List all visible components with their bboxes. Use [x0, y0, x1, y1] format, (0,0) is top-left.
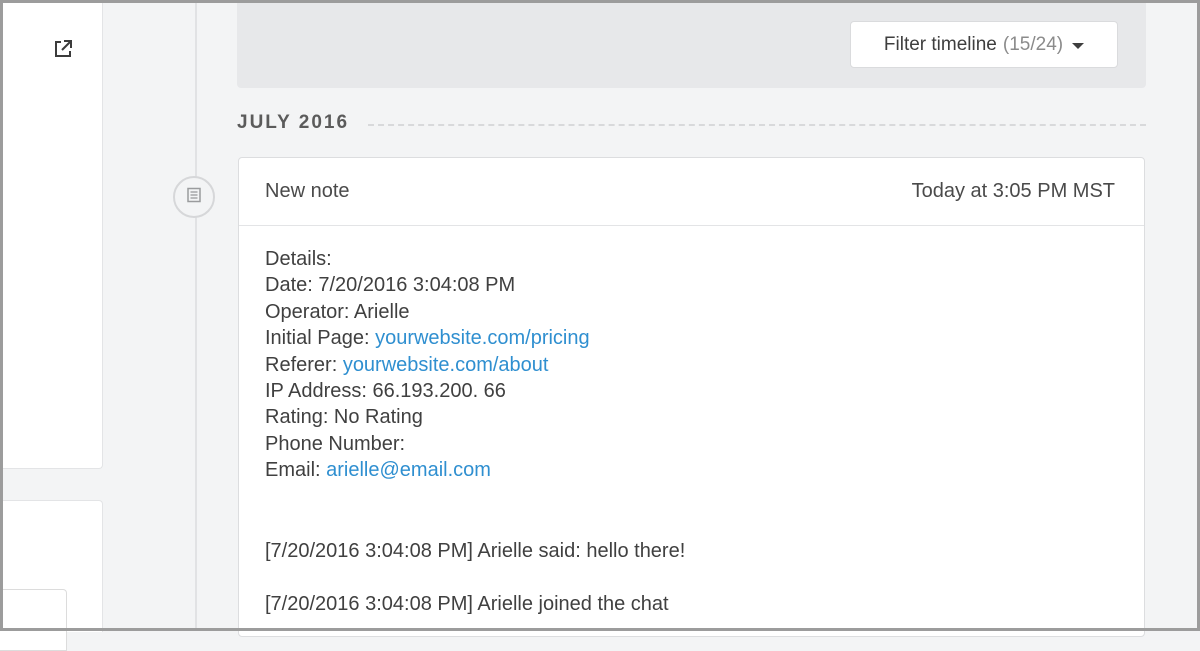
note-timestamp: Today at 3:05 PM MST [911, 180, 1115, 202]
email-link[interactable]: arielle@email.com [326, 459, 491, 481]
detail-rating: Rating: No Rating [265, 406, 423, 429]
referer-link[interactable]: yourwebsite.com/about [343, 354, 549, 376]
filter-bar: Filter timeline (15/24) [237, 0, 1146, 88]
detail-ip-address: IP Address: 66.193.200. 66 [265, 380, 506, 403]
note-card-header: New note Today at 3:05 PM MST [239, 158, 1144, 226]
detail-referer: Referer: yourwebsite.com/about [265, 352, 1118, 378]
referer-label: Referer: [265, 353, 338, 376]
left-panel-input[interactable] [0, 589, 67, 651]
left-panel-card-lower [0, 500, 103, 651]
email-label: Email: [265, 459, 321, 482]
initial-page-label: Initial Page: [265, 327, 370, 350]
chat-transcript-line: [7/20/2016 3:04:08 PM] Arielle joined th… [265, 593, 669, 615]
filter-timeline-count: (15/24) [1002, 33, 1064, 55]
filter-timeline-label: Filter timeline [883, 33, 997, 55]
detail-email: Email: arielle@email.com [265, 457, 1118, 483]
month-divider [368, 124, 1146, 126]
details-heading: Details: [265, 248, 332, 270]
note-title: New note [265, 180, 350, 202]
detail-phone: Phone Number: [265, 432, 406, 455]
note-card: New note Today at 3:05 PM MST Details: D… [238, 157, 1145, 637]
note-details: Details: Date: 7/20/2016 3:04:08 PM Oper… [265, 246, 1118, 484]
caret-down-icon [1072, 42, 1085, 49]
left-panel-card [0, 0, 103, 469]
chat-transcript-line: [7/20/2016 3:04:08 PM] Arielle said: hel… [265, 540, 686, 562]
timeline-line [195, 0, 197, 631]
detail-operator: Operator: Arielle [265, 300, 410, 323]
detail-date: Date: 7/20/2016 3:04:08 PM [265, 274, 516, 297]
filter-timeline-button[interactable]: Filter timeline (15/24) [850, 21, 1118, 68]
note-icon [186, 187, 202, 208]
timeline-month-header: JULY 2016 [237, 112, 350, 133]
detail-initial-page: Initial Page: yourwebsite.com/pricing [265, 325, 1118, 351]
timeline-marker [173, 176, 215, 218]
external-link-icon[interactable] [52, 38, 74, 60]
initial-page-link[interactable]: yourwebsite.com/pricing [375, 327, 590, 349]
